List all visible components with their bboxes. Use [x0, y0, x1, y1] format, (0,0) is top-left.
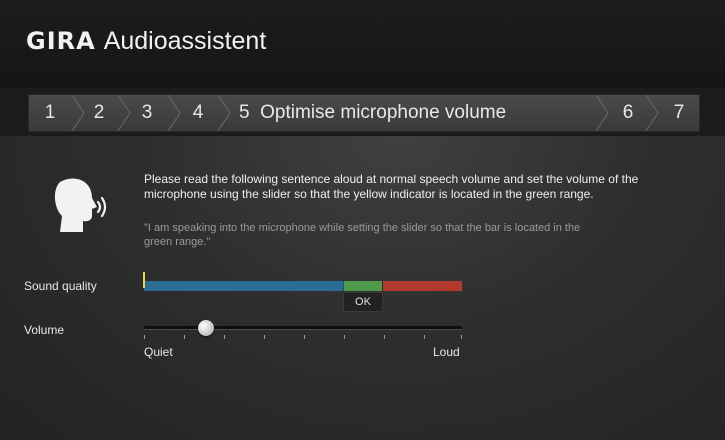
- app-name: Audioassistent: [103, 27, 267, 55]
- volume-slider-track[interactable]: [144, 326, 462, 330]
- sound-quality-label: Sound quality: [24, 279, 97, 293]
- instruction-text: Please read the following sentence aloud…: [144, 172, 639, 201]
- sound-level-indicator: [143, 272, 145, 288]
- meter-ok-range: [344, 281, 382, 291]
- meter-high-range: [383, 281, 462, 291]
- step-separator-icon: [217, 95, 231, 131]
- speaking-head-icon: [54, 178, 107, 232]
- header: GIRA Audioassistent: [0, 0, 725, 88]
- slider-tick: [384, 335, 385, 339]
- slider-tick: [304, 335, 305, 339]
- speech-sentence: "I am speaking into the microphone while…: [144, 222, 581, 248]
- ok-range-label: OK: [343, 292, 383, 312]
- step-separator-icon: [595, 95, 609, 131]
- volume-slider-thumb[interactable]: [198, 320, 214, 336]
- slider-tick: [344, 335, 345, 339]
- volume-max-label: Loud: [433, 345, 460, 359]
- step-separator-icon: [645, 95, 659, 131]
- step-3[interactable]: 3: [131, 95, 163, 131]
- step-separator-icon: [71, 95, 85, 131]
- slider-tick: [264, 335, 265, 339]
- slider-tick: [184, 335, 185, 339]
- volume-label: Volume: [24, 323, 65, 337]
- step-bar: 1 2 3 4 5 Optimise microphone volume 6 7: [28, 94, 700, 132]
- slider-tick: [224, 335, 225, 339]
- step-5-label: Optimise microphone volume: [260, 102, 507, 123]
- app-title: GIRA Audioassistent: [26, 27, 266, 61]
- slider-tick: [144, 335, 145, 339]
- step-separator-icon: [167, 95, 181, 131]
- slider-tick: [424, 335, 425, 339]
- step-4[interactable]: 4: [183, 95, 213, 131]
- slider-tick: [461, 335, 462, 339]
- step-5-active[interactable]: 5 Optimise microphone volume: [239, 95, 569, 131]
- step-6[interactable]: 6: [611, 95, 645, 131]
- gira-logo: GIRA: [26, 27, 96, 55]
- volume-min-label: Quiet: [144, 345, 173, 359]
- step-separator-icon: [117, 95, 131, 131]
- step-2[interactable]: 2: [85, 95, 113, 131]
- meter-low-range: [144, 281, 344, 291]
- sound-quality-meter: [144, 281, 462, 291]
- step-7[interactable]: 7: [661, 95, 697, 131]
- step-1[interactable]: 1: [29, 95, 71, 131]
